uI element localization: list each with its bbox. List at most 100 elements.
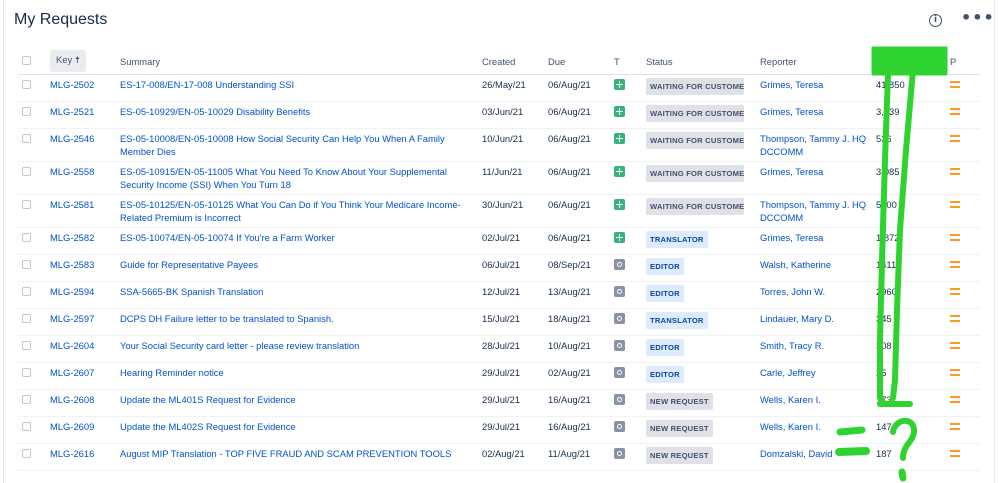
row-checkbox[interactable] <box>22 106 31 116</box>
story-type-icon <box>614 231 625 243</box>
reporter-name[interactable]: Thompson, Tammy J. HQ DCCOMM <box>760 133 866 157</box>
table-row[interactable]: MLG-2604 Your Social Security card lette… <box>18 335 980 363</box>
reporter-name[interactable]: Grimes, Teresa <box>760 79 823 90</box>
row-checkbox[interactable] <box>22 133 31 143</box>
issue-summary-link[interactable]: ES-05-10074/EN-05-10074 If You're a Farm… <box>120 232 335 243</box>
issue-summary-link[interactable]: ES-05-10008/EN-05-10008 How Social Secur… <box>120 133 445 157</box>
issue-summary-link[interactable]: DCPS DH Failure letter to be translated … <box>120 313 334 324</box>
word-count-value: 2960 <box>872 281 946 309</box>
info-icon[interactable]: i <box>929 14 942 27</box>
column-header-status[interactable]: Status <box>642 49 756 75</box>
issue-key-link[interactable]: MLG-2582 <box>50 232 94 243</box>
column-header-reporter[interactable]: Reporter <box>756 49 872 75</box>
task-type-icon <box>614 258 625 270</box>
priority-medium-icon <box>950 422 960 430</box>
table-row[interactable]: MLG-2502 ES-17-008/EN-17-008 Understandi… <box>18 74 980 102</box>
table-row[interactable]: MLG-2616 August MIP Translation - TOP FI… <box>18 443 980 471</box>
select-all-checkbox[interactable] <box>22 55 31 65</box>
story-type-icon <box>614 165 625 177</box>
row-checkbox[interactable] <box>22 313 31 323</box>
issue-key-link[interactable]: MLG-2604 <box>50 340 94 351</box>
row-checkbox[interactable] <box>22 232 31 242</box>
issue-summary-link[interactable]: August MIP Translation - TOP FIVE FRAUD … <box>120 448 451 459</box>
column-header-key[interactable]: Key 🠅 <box>46 49 116 75</box>
issue-key-link[interactable]: MLG-2609 <box>50 421 94 432</box>
story-type-icon <box>614 198 625 210</box>
status-badge: WAITING FOR CUSTOMER <box>646 131 744 149</box>
table-row[interactable]: MLG-2609 Update the ML402S Request for E… <box>18 416 980 444</box>
row-checkbox[interactable] <box>22 394 31 404</box>
issue-summary-link[interactable]: Hearing Reminder notice <box>120 367 224 378</box>
column-header-priority[interactable]: P <box>946 49 980 75</box>
column-header-created[interactable]: Created <box>478 49 544 75</box>
table-row[interactable]: MLG-2583 Guide for Representative Payees… <box>18 254 980 282</box>
column-header-type[interactable]: T <box>610 49 642 75</box>
reporter-name[interactable]: Wells, Karen I. <box>760 421 821 432</box>
table-row[interactable]: MLG-2546 ES-05-10008/EN-05-10008 How Soc… <box>18 128 980 162</box>
table-row[interactable]: MLG-2608 Update the ML401S Request for E… <box>18 389 980 417</box>
reporter-name[interactable]: Walsh, Katherine <box>760 259 831 270</box>
issue-summary-link[interactable]: ES-05-10929/EN-05-10029 Disability Benef… <box>120 106 310 117</box>
table-row[interactable]: MLG-2597 DCPS DH Failure letter to be tr… <box>18 308 980 336</box>
row-checkbox[interactable] <box>22 367 31 377</box>
row-checkbox[interactable] <box>22 79 31 89</box>
reporter-name[interactable]: Torres, John W. <box>760 286 825 297</box>
issue-key-link[interactable]: MLG-2594 <box>50 286 94 297</box>
row-checkbox[interactable] <box>22 340 31 350</box>
row-checkbox[interactable] <box>22 259 31 269</box>
status-badge: WAITING FOR CUSTOMER <box>646 164 744 182</box>
reporter-name[interactable]: Smith, Tracy R. <box>760 340 824 351</box>
more-icon[interactable]: ••• <box>961 8 994 28</box>
issue-key-link[interactable]: MLG-2502 <box>50 79 94 90</box>
due-date: 10/Aug/21 <box>544 335 610 363</box>
issue-key-link[interactable]: MLG-2608 <box>50 394 94 405</box>
row-checkbox[interactable] <box>22 199 31 209</box>
table-row[interactable]: MLG-2581 ES-05-10125/EN-05-10125 What Yo… <box>18 194 980 228</box>
page-title: My Requests <box>14 11 108 28</box>
created-date: 03/Jun/21 <box>478 101 544 129</box>
issue-summary-link[interactable]: ES-05-10915/EN-05-11005 What You Need To… <box>120 166 447 190</box>
table-row[interactable]: MLG-2558 ES-05-10915/EN-05-11005 What Yo… <box>18 161 980 195</box>
row-checkbox[interactable] <box>22 166 31 176</box>
status-badge: EDITOR <box>646 365 684 383</box>
reporter-name[interactable]: Grimes, Teresa <box>760 106 823 117</box>
story-type-icon <box>614 78 625 90</box>
row-checkbox[interactable] <box>22 286 31 296</box>
row-checkbox[interactable] <box>22 448 31 458</box>
reporter-name[interactable]: Lindauer, Mary D. <box>760 313 834 324</box>
table-row[interactable]: MLG-2594 SSA-5665-BK Spanish Translation… <box>18 281 980 309</box>
reporter-name[interactable]: Thompson, Tammy J. HQ DCCOMM <box>760 199 866 223</box>
column-header-due[interactable]: Due <box>544 49 610 75</box>
table-row[interactable]: MLG-2607 Hearing Reminder notice 29/Jul/… <box>18 362 980 390</box>
issue-key-link[interactable]: MLG-2607 <box>50 367 94 378</box>
reporter-name[interactable]: Grimes, Teresa <box>760 166 823 177</box>
word-count-value: 187 <box>872 443 946 471</box>
word-count-value: 5000 <box>872 194 946 228</box>
issue-summary-link[interactable]: Update the ML402S Request for Evidence <box>120 421 296 432</box>
column-header-summary[interactable]: Summary <box>116 49 478 75</box>
issue-key-link[interactable]: MLG-2521 <box>50 106 94 117</box>
created-date: 02/Jul/21 <box>478 227 544 255</box>
reporter-name[interactable]: Wells, Karen I. <box>760 394 821 405</box>
reporter-name[interactable]: Carle, Jeffrey <box>760 367 816 378</box>
issue-summary-link[interactable]: Guide for Representative Payees <box>120 259 258 270</box>
issue-key-link[interactable]: MLG-2581 <box>50 199 94 210</box>
table-row[interactable]: MLG-2582 ES-05-10074/EN-05-10074 If You'… <box>18 227 980 255</box>
issue-summary-link[interactable]: Update the ML401S Request for Evidence <box>120 394 296 405</box>
issue-summary-link[interactable]: ES-17-008/EN-17-008 Understanding SSI <box>120 79 294 90</box>
issue-key-link[interactable]: MLG-2597 <box>50 313 94 324</box>
issue-key-link[interactable]: MLG-2583 <box>50 259 94 270</box>
table-row[interactable]: MLG-2521 ES-05-10929/EN-05-10029 Disabil… <box>18 101 980 129</box>
issue-summary-link[interactable]: Your Social Security card letter - pleas… <box>120 340 359 351</box>
issue-key-link[interactable]: MLG-2616 <box>50 448 94 459</box>
reporter-name[interactable]: Domzalski, David <box>760 448 832 459</box>
reporter-name[interactable]: Grimes, Teresa <box>760 232 823 243</box>
row-checkbox[interactable] <box>22 421 31 431</box>
status-badge: EDITOR <box>646 338 684 356</box>
issue-summary-link[interactable]: SSA-5665-BK Spanish Translation <box>120 286 263 297</box>
story-type-icon <box>614 132 625 144</box>
issue-key-link[interactable]: MLG-2558 <box>50 166 94 177</box>
column-header-word-count[interactable]: Word Count <box>872 49 946 75</box>
issue-summary-link[interactable]: ES-05-10125/EN-05-10125 What You Can Do … <box>120 199 461 223</box>
issue-key-link[interactable]: MLG-2546 <box>50 133 94 144</box>
